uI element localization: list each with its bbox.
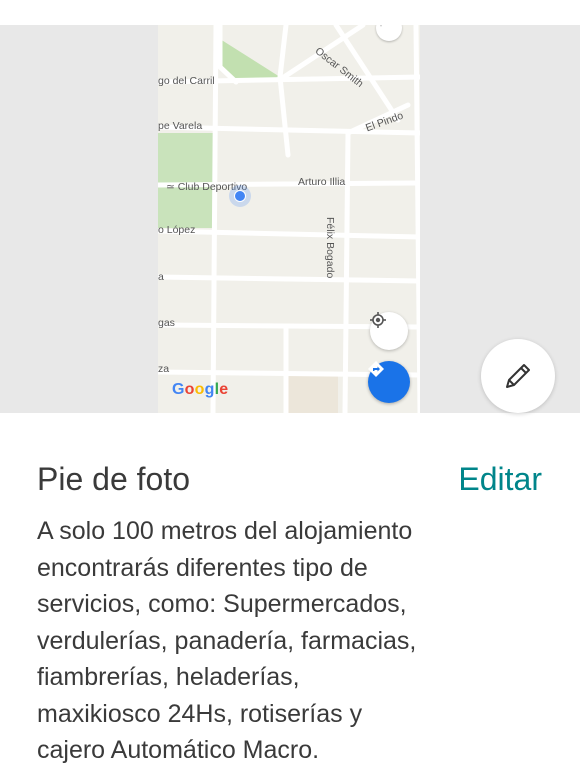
my-location-button[interactable]	[370, 312, 408, 350]
street-label-varela: pe Varela	[158, 120, 203, 132]
pencil-icon	[506, 364, 530, 388]
map-screenshot: Oscar Smith go del Carril El Pindo pe Va…	[158, 25, 420, 413]
caption-text: A solo 100 metros del alojamiento encont…	[37, 517, 417, 764]
street-label-lopez: o López	[158, 224, 196, 236]
street-label-gomez-del-carril: go del Carril	[158, 75, 215, 87]
poi-icon: ≃	[166, 181, 178, 193]
photo-area: Oscar Smith go del Carril El Pindo pe Va…	[0, 25, 580, 413]
street-label-fragment-a: a	[158, 271, 164, 283]
street-label-felix-bogado: Félix Bogado	[324, 217, 336, 279]
edit-caption-link[interactable]: Editar	[458, 461, 542, 498]
street-label-fragment-za: za	[158, 363, 170, 375]
directions-button[interactable]	[368, 361, 410, 403]
street-label-arturo-illia: Arturo Illia	[298, 176, 346, 188]
caption-title: Pie de foto	[37, 461, 190, 497]
edit-photo-button[interactable]	[481, 339, 555, 413]
directions-icon	[368, 361, 384, 377]
google-logo: Google	[172, 381, 229, 398]
building-area	[286, 373, 338, 413]
street-label-fragment-gas: gas	[158, 317, 175, 329]
my-location-icon	[370, 312, 386, 328]
current-location-dot	[234, 190, 246, 202]
